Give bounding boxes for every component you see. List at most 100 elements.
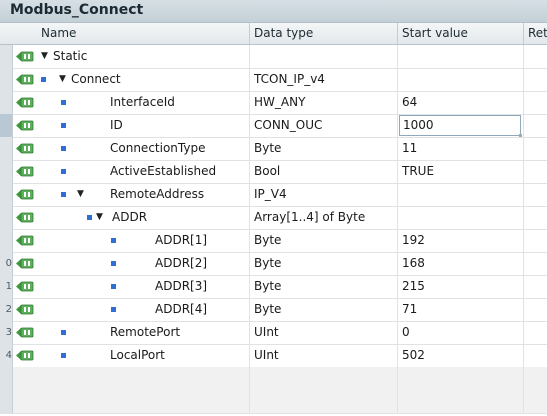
- startvalue-cell[interactable]: 168: [398, 252, 524, 275]
- name-cell[interactable]: [37, 367, 250, 390]
- name-cell[interactable]: ▼ RemoteAddress: [37, 183, 250, 206]
- datatype-cell[interactable]: [250, 367, 398, 390]
- table-row[interactable]: ▼ RemoteAddress IP_V4: [0, 183, 547, 207]
- row-number[interactable]: [0, 183, 13, 206]
- table-row[interactable]: [0, 367, 547, 391]
- row-number[interactable]: [0, 91, 13, 114]
- row-number[interactable]: 1: [0, 275, 13, 298]
- startvalue-cell[interactable]: 502: [398, 344, 524, 367]
- startvalue-cell[interactable]: [398, 367, 524, 390]
- table-row[interactable]: InterfaceId HW_ANY 64: [0, 91, 547, 115]
- table-row[interactable]: 3 RemotePort UInt 0: [0, 321, 547, 345]
- row-number[interactable]: [0, 390, 13, 413]
- expand-triangle-icon[interactable]: ▼: [59, 68, 66, 91]
- row-number[interactable]: 3: [0, 321, 13, 344]
- retain-cell[interactable]: [524, 114, 547, 137]
- row-number[interactable]: 2: [0, 298, 13, 321]
- startvalue-cell[interactable]: 11: [398, 137, 524, 160]
- name-cell[interactable]: ADDR[2]: [37, 252, 250, 275]
- expand-triangle-icon[interactable]: ▼: [96, 206, 103, 229]
- table-row[interactable]: 0 ADDR[2] Byte 168: [0, 252, 547, 276]
- startvalue-cell[interactable]: [398, 68, 524, 91]
- name-cell[interactable]: ADDR[4]: [37, 298, 250, 321]
- column-startvalue-header[interactable]: Start value: [398, 23, 524, 44]
- datatype-cell[interactable]: Byte: [250, 252, 398, 275]
- column-datatype-header[interactable]: Data type: [250, 23, 398, 44]
- retain-cell[interactable]: [524, 229, 547, 252]
- name-cell[interactable]: ActiveEstablished: [37, 160, 250, 183]
- table-row[interactable]: 4 LocalPort UInt 502: [0, 344, 547, 368]
- expand-triangle-icon[interactable]: ▼: [41, 45, 48, 68]
- name-cell[interactable]: ▼ Connect: [37, 68, 250, 91]
- table-row[interactable]: ▼ Static: [0, 45, 547, 69]
- datatype-cell[interactable]: Byte: [250, 298, 398, 321]
- row-number[interactable]: [0, 137, 13, 160]
- retain-cell[interactable]: [524, 390, 547, 413]
- table-row[interactable]: ConnectionType Byte 11: [0, 137, 547, 161]
- expand-triangle-icon[interactable]: ▼: [77, 183, 84, 206]
- table-row[interactable]: ActiveEstablished Bool TRUE: [0, 160, 547, 184]
- startvalue-cell[interactable]: 0: [398, 321, 524, 344]
- name-cell[interactable]: InterfaceId: [37, 91, 250, 114]
- startvalue-cell[interactable]: 64: [398, 91, 524, 114]
- table-row[interactable]: ▼ Connect TCON_IP_v4: [0, 68, 547, 92]
- row-number[interactable]: [0, 229, 13, 252]
- row-number[interactable]: 4: [0, 344, 13, 367]
- startvalue-cell[interactable]: [398, 390, 524, 413]
- row-number[interactable]: [0, 114, 13, 137]
- name-cell[interactable]: ADDR[1]: [37, 229, 250, 252]
- row-number[interactable]: [0, 45, 13, 68]
- name-cell[interactable]: LocalPort: [37, 344, 250, 367]
- row-number[interactable]: 0: [0, 252, 13, 275]
- datatype-cell[interactable]: Bool: [250, 160, 398, 183]
- table-row[interactable]: ADDR[1] Byte 192: [0, 229, 547, 253]
- datatype-cell[interactable]: UInt: [250, 321, 398, 344]
- retain-cell[interactable]: [524, 91, 547, 114]
- retain-cell[interactable]: [524, 252, 547, 275]
- retain-cell[interactable]: [524, 344, 547, 367]
- startvalue-cell[interactable]: 215: [398, 275, 524, 298]
- row-number[interactable]: [0, 160, 13, 183]
- name-cell[interactable]: ▼ ADDR: [37, 206, 250, 229]
- datatype-cell[interactable]: [250, 45, 398, 68]
- name-cell[interactable]: ADDR[3]: [37, 275, 250, 298]
- row-number[interactable]: [0, 68, 13, 91]
- table-row[interactable]: [0, 390, 547, 414]
- name-cell[interactable]: [37, 390, 250, 413]
- retain-cell[interactable]: [524, 45, 547, 68]
- retain-cell[interactable]: [524, 367, 547, 390]
- table-row[interactable]: 1 ADDR[3] Byte 215: [0, 275, 547, 299]
- startvalue-cell[interactable]: 71: [398, 298, 524, 321]
- table-row[interactable]: ID CONN_OUC 1000: [0, 114, 547, 138]
- name-cell[interactable]: ▼ Static: [37, 45, 250, 68]
- table-row[interactable]: 2 ADDR[4] Byte 71: [0, 298, 547, 322]
- retain-cell[interactable]: [524, 160, 547, 183]
- datatype-cell[interactable]: IP_V4: [250, 183, 398, 206]
- datatype-cell[interactable]: Byte: [250, 275, 398, 298]
- retain-cell[interactable]: [524, 137, 547, 160]
- startvalue-cell[interactable]: [398, 183, 524, 206]
- startvalue-cell[interactable]: TRUE: [398, 160, 524, 183]
- datatype-cell[interactable]: HW_ANY: [250, 91, 398, 114]
- datatype-cell[interactable]: Byte: [250, 229, 398, 252]
- row-number[interactable]: [0, 367, 13, 390]
- column-retain-header[interactable]: Ret: [524, 23, 547, 44]
- datatype-cell[interactable]: [250, 390, 398, 413]
- startvalue-cell[interactable]: [398, 206, 524, 229]
- datatype-cell[interactable]: CONN_OUC: [250, 114, 398, 137]
- name-cell[interactable]: ConnectionType: [37, 137, 250, 160]
- row-number[interactable]: [0, 206, 13, 229]
- datatype-cell[interactable]: Array[1..4] of Byte: [250, 206, 398, 229]
- retain-cell[interactable]: [524, 68, 547, 91]
- datatype-cell[interactable]: TCON_IP_v4: [250, 68, 398, 91]
- retain-cell[interactable]: [524, 298, 547, 321]
- column-name-header[interactable]: Name: [37, 23, 250, 44]
- retain-cell[interactable]: [524, 321, 547, 344]
- retain-cell[interactable]: [524, 183, 547, 206]
- datatype-cell[interactable]: UInt: [250, 344, 398, 367]
- startvalue-cell[interactable]: [398, 45, 524, 68]
- startvalue-cell[interactable]: 192: [398, 229, 524, 252]
- name-cell[interactable]: RemotePort: [37, 321, 250, 344]
- startvalue-edit-field[interactable]: 1000: [399, 115, 522, 137]
- table-row[interactable]: ▼ ADDR Array[1..4] of Byte: [0, 206, 547, 230]
